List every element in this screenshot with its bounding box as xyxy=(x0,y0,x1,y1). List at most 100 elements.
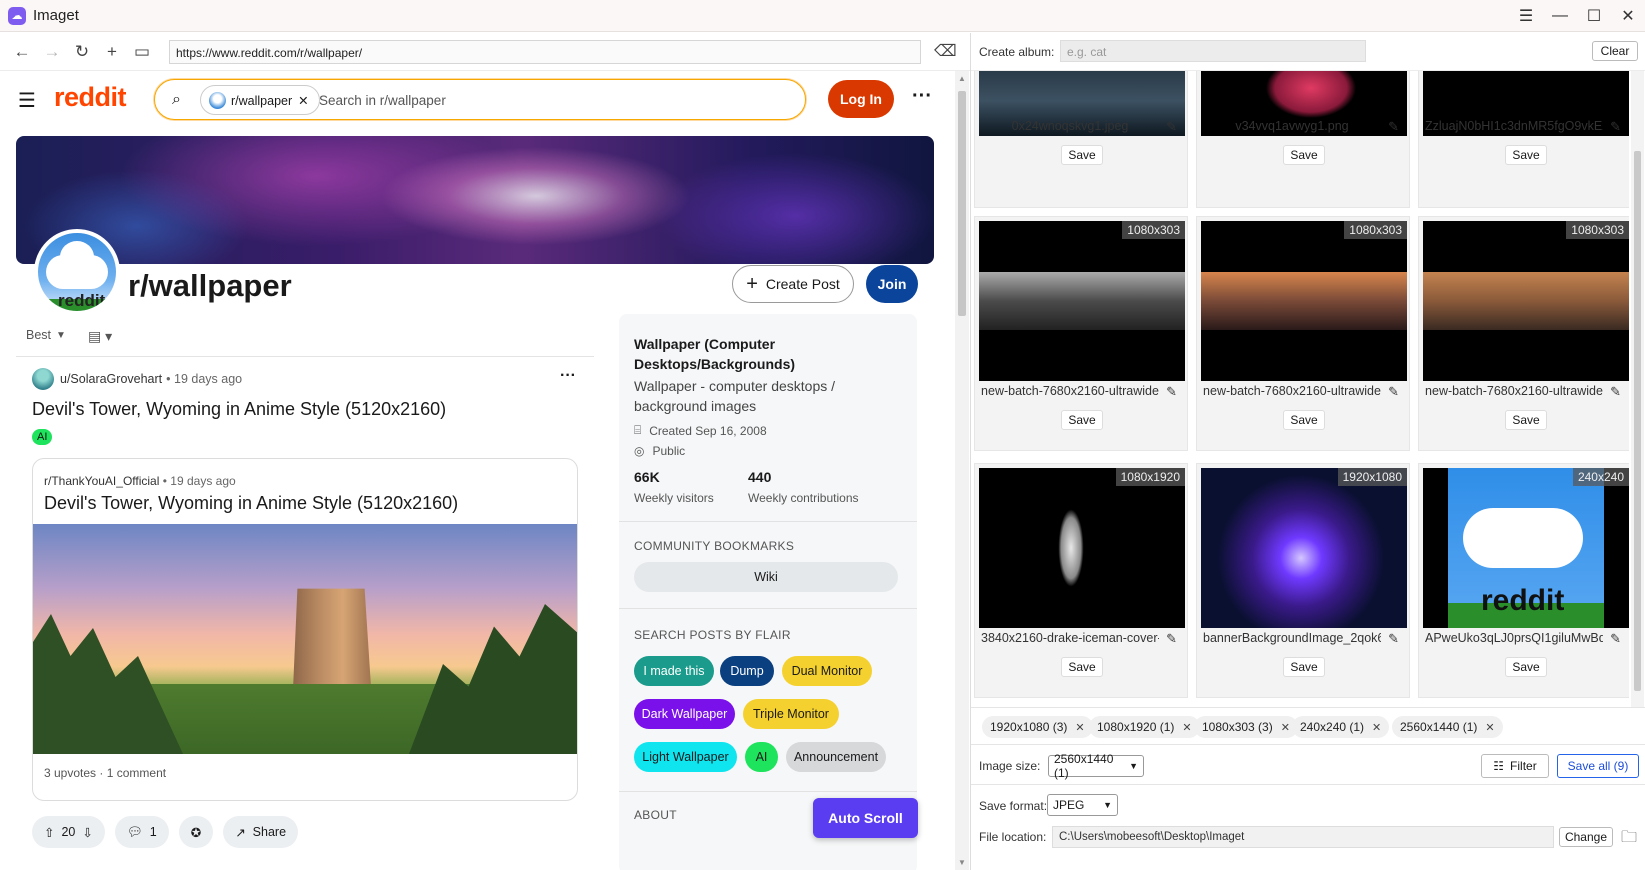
crosspost-subreddit[interactable]: r/ThankYouAI_Official xyxy=(44,474,159,488)
flair-chip[interactable]: Dark Wallpaper xyxy=(634,699,735,729)
post-options-icon[interactable]: ··· xyxy=(560,367,576,385)
save-button[interactable]: Save xyxy=(1061,410,1103,430)
size-tag[interactable]: 1080x303 (3) ✕ xyxy=(1194,716,1298,738)
image-card[interactable]: FireflyZzluajN0bHI1c3dnMR5fgO9vkE2✎Save xyxy=(1418,71,1629,208)
back-icon[interactable]: ← xyxy=(7,37,37,67)
remove-tag-icon[interactable]: ✕ xyxy=(1485,721,1494,734)
award-button[interactable]: ✪ xyxy=(178,816,214,848)
remove-tag-icon[interactable]: ✕ xyxy=(1281,721,1290,734)
rename-pencil-icon[interactable]: ✎ xyxy=(1166,631,1177,647)
save-button[interactable]: Save xyxy=(1283,657,1325,677)
flair-chip[interactable]: Light Wallpaper xyxy=(634,742,737,772)
vote-control[interactable]: ⇧ 20 ⇩ xyxy=(32,816,105,848)
upvote-icon[interactable]: ⇧ xyxy=(44,825,54,840)
image-thumbnail[interactable]: 1080x1920 xyxy=(979,468,1185,628)
save-all-button[interactable]: Save all (9) xyxy=(1557,754,1639,778)
close-icon[interactable]: ✕ xyxy=(1611,0,1645,32)
page-scrollbar[interactable]: ▲ ▼ xyxy=(955,71,969,870)
image-card[interactable]: 0x24wnoqskvg1.jpeg ✎ Save xyxy=(974,71,1188,208)
flair-chip[interactable]: I made this xyxy=(634,656,714,686)
rename-pencil-icon[interactable]: ✎ xyxy=(1388,119,1399,135)
reddit-search[interactable]: ⌕ r/wallpaper ✕ Search in r/wallpaper xyxy=(154,79,806,120)
file-location-input[interactable]: C:\Users\mobeesoft\Desktop\Imaget xyxy=(1052,826,1554,848)
more-icon[interactable]: ··· xyxy=(912,85,932,108)
maximize-icon[interactable]: ☐ xyxy=(1577,0,1611,32)
rename-pencil-icon[interactable]: ✎ xyxy=(1610,119,1621,135)
tabs-icon[interactable]: ▭ xyxy=(127,37,157,67)
save-button[interactable]: Save xyxy=(1061,657,1103,677)
image-thumbnail[interactable]: 1080x303 xyxy=(979,221,1185,381)
post-flair[interactable]: AI xyxy=(32,429,53,445)
search-input[interactable]: Search in r/wallpaper xyxy=(319,93,446,108)
view-toggle-icon[interactable]: ▤ ▾ xyxy=(88,328,112,345)
grid-scrollbar[interactable] xyxy=(1631,71,1644,707)
folder-icon[interactable]: 🗀 xyxy=(1621,826,1637,853)
image-thumbnail[interactable]: 1080x303 xyxy=(1423,221,1629,381)
save-format-select[interactable]: JPEG ▼ xyxy=(1047,794,1118,816)
menu-icon[interactable]: ☰ xyxy=(1509,0,1543,32)
clear-cache-icon[interactable]: ⌫ xyxy=(934,41,957,61)
rename-pencil-icon[interactable]: ✎ xyxy=(1388,384,1399,400)
size-tag[interactable]: 1080x1920 (1) ✕ xyxy=(1089,716,1200,738)
post-author[interactable]: u/SolaraGrovehart xyxy=(60,372,162,386)
remove-tag-icon[interactable]: ✕ xyxy=(1182,721,1191,734)
share-button[interactable]: ↗ Share xyxy=(223,816,299,848)
flair-chip[interactable]: Announcement xyxy=(786,742,886,772)
reddit-logo[interactable]: reddit xyxy=(54,82,127,113)
login-button[interactable]: Log In xyxy=(828,80,894,118)
album-input[interactable]: e.g. cat xyxy=(1060,40,1366,62)
forward-icon[interactable]: → xyxy=(37,37,67,67)
save-button[interactable]: Save xyxy=(1505,145,1547,165)
image-thumbnail[interactable]: 1920x1080 xyxy=(1201,468,1407,628)
minimize-icon[interactable]: — xyxy=(1543,0,1577,32)
chip-close-icon[interactable]: ✕ xyxy=(298,94,308,108)
crosspost-title[interactable]: Devil's Tower, Wyoming in Anime Style (5… xyxy=(44,493,458,514)
post-title[interactable]: Devil's Tower, Wyoming in Anime Style (5… xyxy=(32,399,446,420)
rename-pencil-icon[interactable]: ✎ xyxy=(1166,384,1177,400)
image-card[interactable]: 1080x1920 3840x2160-drake-iceman-cover- ✎ S… xyxy=(974,463,1188,698)
auto-scroll-button[interactable]: Auto Scroll xyxy=(813,798,918,838)
comments-button[interactable]: 💬︎ 1 xyxy=(114,816,169,848)
size-tag[interactable]: 1920x1080 (3) ✕ xyxy=(982,716,1093,738)
flair-chip[interactable]: AI xyxy=(745,742,778,772)
save-button[interactable]: Save xyxy=(1505,410,1547,430)
hamburger-icon[interactable]: ☰ xyxy=(18,88,36,113)
user-avatar[interactable] xyxy=(32,368,54,390)
image-card[interactable]: 1920x1080 bannerBackgroundImage_2qok6 ✎ Sav… xyxy=(1196,463,1410,698)
save-button[interactable]: Save xyxy=(1505,657,1547,677)
save-button[interactable]: Save xyxy=(1283,145,1325,165)
flair-chip[interactable]: Dual Monitor xyxy=(782,656,872,686)
save-button[interactable]: Save xyxy=(1283,410,1325,430)
post-image[interactable] xyxy=(33,524,577,754)
subreddit-search-chip[interactable]: r/wallpaper ✕ xyxy=(200,85,320,115)
new-tab-icon[interactable]: + xyxy=(97,37,127,67)
image-card[interactable]: reddit 240x240 APweUko3qLJ0prsQI1giluMwBdc… xyxy=(1418,463,1629,698)
clear-button[interactable]: Clear xyxy=(1592,41,1638,61)
join-button[interactable]: Join xyxy=(866,265,918,303)
image-card[interactable]: 1080x303 new-batch-7680x2160-ultrawide ✎ Sa… xyxy=(974,216,1188,451)
size-tag[interactable]: 2560x1440 (1) ✕ xyxy=(1392,716,1503,738)
rename-pencil-icon[interactable]: ✎ xyxy=(1388,631,1399,647)
flair-chip[interactable]: Triple Monitor xyxy=(743,699,839,729)
reload-icon[interactable]: ↻ xyxy=(67,37,97,67)
create-post-button[interactable]: + Create Post xyxy=(732,265,854,303)
downvote-icon[interactable]: ⇩ xyxy=(82,825,92,840)
change-button[interactable]: Change xyxy=(1559,827,1613,847)
image-card[interactable]: v34vvq1avwyg1.png ✎ Save xyxy=(1196,71,1410,208)
filter-button[interactable]: ☷ Filter xyxy=(1481,754,1549,778)
rename-pencil-icon[interactable]: ✎ xyxy=(1610,384,1621,400)
rename-pencil-icon[interactable]: ✎ xyxy=(1166,119,1177,135)
remove-tag-icon[interactable]: ✕ xyxy=(1075,721,1084,734)
crosspost-card[interactable]: r/ThankYouAI_Official • 19 days ago Devi… xyxy=(32,458,578,801)
image-size-select[interactable]: 2560x1440 (1) ▼ xyxy=(1048,752,1144,780)
image-card[interactable]: 1080x303 new-batch-7680x2160-ultrawide ✎ Sa… xyxy=(1418,216,1629,451)
remove-tag-icon[interactable]: ✕ xyxy=(1372,721,1381,734)
sort-dropdown[interactable]: Best ▼ xyxy=(26,328,66,342)
save-button[interactable]: Save xyxy=(1061,145,1103,165)
wiki-button[interactable]: Wiki xyxy=(634,562,898,592)
size-tag[interactable]: 240x240 (1) ✕ xyxy=(1292,716,1390,738)
image-card[interactable]: 1080x303 new-batch-7680x2160-ultrawide ✎ Sa… xyxy=(1196,216,1410,451)
url-input[interactable]: https://www.reddit.com/r/wallpaper/ xyxy=(169,40,921,64)
image-thumbnail[interactable]: 1080x303 xyxy=(1201,221,1407,381)
image-thumbnail[interactable]: reddit 240x240 xyxy=(1423,468,1629,628)
